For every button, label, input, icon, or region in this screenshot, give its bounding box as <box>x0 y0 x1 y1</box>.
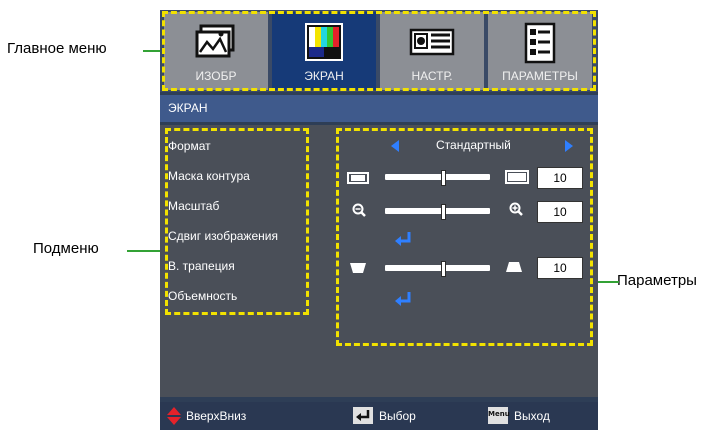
footer-hints: ВверхВниз Выбор Menu Выход <box>160 402 598 430</box>
section-title-bar: ЭКРАН <box>160 95 598 122</box>
callout-parameters: Параметры <box>617 272 697 289</box>
callout-submenu: Подменю <box>33 240 99 257</box>
main-menu-highlight <box>162 11 596 91</box>
callout-main-menu: Главное меню <box>7 40 107 57</box>
submenu-highlight <box>165 128 309 315</box>
menu-key-label: Menu <box>488 410 510 418</box>
hint-updown: ВверхВниз <box>186 409 247 423</box>
section-title: ЭКРАН <box>168 101 208 115</box>
menu-key-icon: Menu <box>488 407 510 424</box>
parameters-highlight <box>336 128 593 346</box>
hint-select: Выбор <box>379 409 416 423</box>
hint-exit: Выход <box>514 409 550 423</box>
up-down-icon <box>166 406 182 431</box>
enter-key-icon <box>353 407 373 429</box>
